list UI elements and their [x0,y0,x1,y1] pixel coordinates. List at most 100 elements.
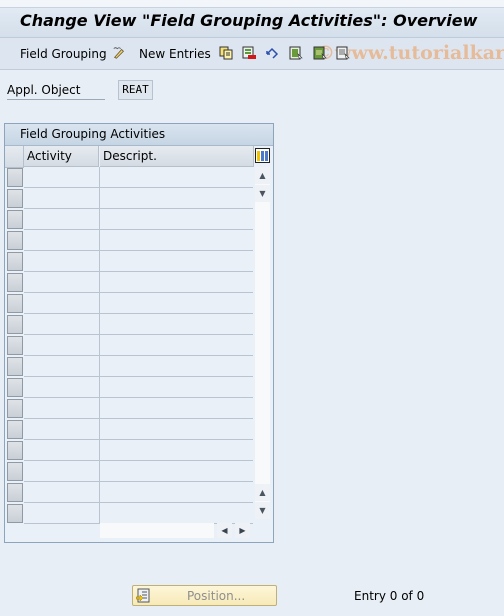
field-grouping-button[interactable]: Field Grouping [20,47,107,61]
row-selector[interactable] [7,315,23,334]
row-selector[interactable] [7,504,23,523]
row-selector[interactable] [7,210,23,229]
cell-description[interactable] [100,482,253,503]
table-row [5,440,273,461]
cell-activity[interactable] [24,419,100,440]
table-settings-icon[interactable] [255,148,270,163]
table-row [5,356,273,377]
page-title: Change View "Field Grouping Activities":… [20,11,478,30]
row-selector[interactable] [7,483,23,502]
cell-description[interactable] [100,335,253,356]
cell-description[interactable] [100,167,253,188]
row-selector[interactable] [7,189,23,208]
table-row [5,230,273,251]
scroll-right-button[interactable]: ▶ [235,523,250,538]
cell-description[interactable] [100,377,253,398]
cell-activity[interactable] [24,230,100,251]
row-selector[interactable] [7,357,23,376]
row-selector[interactable] [7,252,23,271]
position-button[interactable]: Position... [132,585,277,606]
cell-description[interactable] [100,398,253,419]
row-selector[interactable] [7,168,23,187]
table-row [5,377,273,398]
vertical-scrollbar[interactable] [255,167,270,519]
cell-activity[interactable] [24,188,100,209]
table-row [5,398,273,419]
cell-description[interactable] [100,356,253,377]
cell-activity[interactable] [24,482,100,503]
row-selector[interactable] [7,399,23,418]
row-selector[interactable] [7,231,23,250]
cell-activity[interactable] [24,272,100,293]
table-row [5,461,273,482]
cell-activity[interactable] [24,314,100,335]
cell-activity[interactable] [24,209,100,230]
cell-activity[interactable] [24,440,100,461]
select-all-rows-header[interactable] [5,146,24,168]
display-change-icon[interactable] [111,46,127,60]
cell-description[interactable] [100,251,253,272]
cell-activity[interactable] [24,356,100,377]
row-selector[interactable] [7,378,23,397]
cell-description[interactable] [100,440,253,461]
scroll-down-button[interactable]: ▼ [255,502,270,519]
table-row [5,482,273,503]
cell-description[interactable] [100,230,253,251]
column-header-activity[interactable]: Activity [24,146,99,167]
table-row [5,209,273,230]
appl-object-label: Appl. Object [7,83,105,100]
scroll-left-button[interactable]: ◀ [217,523,232,538]
table-row [5,251,273,272]
position-icon [136,588,150,603]
table-row [5,272,273,293]
position-label: Position... [187,589,246,603]
cell-description[interactable] [100,314,253,335]
row-selector[interactable] [7,462,23,481]
cell-activity[interactable] [24,461,100,482]
table-row [5,314,273,335]
entry-count: Entry 0 of 0 [354,589,425,603]
cell-description[interactable] [100,293,253,314]
cell-description[interactable] [100,188,253,209]
cell-activity[interactable] [24,398,100,419]
row-selector[interactable] [7,294,23,313]
cell-activity[interactable] [24,377,100,398]
cell-description[interactable] [100,461,253,482]
column-header-description[interactable]: Descript. [100,146,254,167]
cell-activity[interactable] [24,335,100,356]
undo-icon[interactable] [265,46,279,60]
row-selector[interactable] [7,441,23,460]
cell-activity[interactable] [24,503,100,524]
scroll-up-button[interactable]: ▲ [255,484,270,501]
table-row [5,335,273,356]
select-all-icon[interactable] [289,46,303,60]
application-toolbar: ©www.tutorialkart.com Field Grouping New… [0,38,504,70]
delete-icon[interactable] [242,46,256,60]
table-title-bar: Field Grouping Activities [5,124,273,146]
deselect-all-icon[interactable] [336,46,350,60]
cell-activity[interactable] [24,251,100,272]
horizontal-scrollbar[interactable] [100,523,214,538]
window-top-strip [0,0,504,8]
select-block-icon[interactable] [313,46,327,60]
field-grouping-activities-table: Field Grouping Activities Activity Descr… [4,123,274,543]
scroll-up-top-button[interactable]: ▲ [255,167,270,184]
scroll-down-top-button[interactable]: ▼ [255,185,270,202]
cell-activity[interactable] [24,167,100,188]
cell-description[interactable] [100,503,253,524]
row-selector[interactable] [7,420,23,439]
table-row [5,419,273,440]
row-selector[interactable] [7,273,23,292]
table-row [5,167,273,188]
cell-description[interactable] [100,209,253,230]
table-row [5,188,273,209]
cell-activity[interactable] [24,293,100,314]
cell-description[interactable] [100,419,253,440]
row-selector[interactable] [7,336,23,355]
cell-description[interactable] [100,272,253,293]
table-title: Field Grouping Activities [20,127,166,141]
new-entries-button[interactable]: New Entries [139,47,211,61]
title-bar: Change View "Field Grouping Activities":… [0,8,504,38]
table-row [5,503,273,524]
copy-icon[interactable] [219,46,233,60]
